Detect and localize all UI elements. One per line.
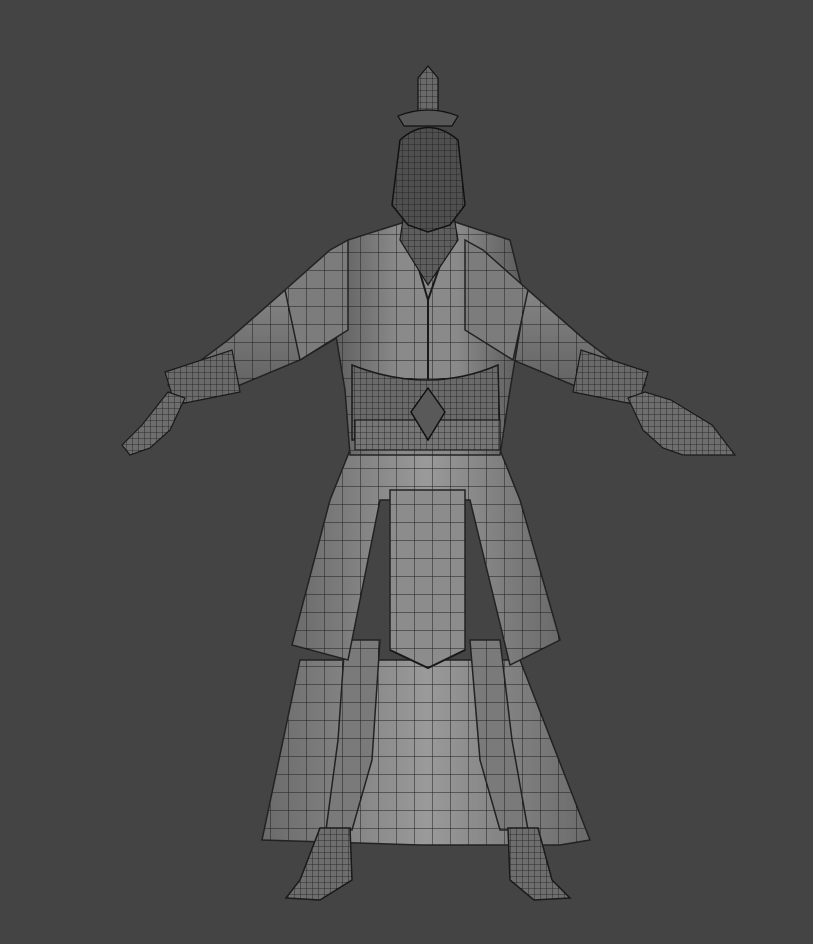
3d-viewport[interactable] <box>0 0 813 944</box>
hair-ornament <box>397 65 459 127</box>
head <box>391 126 466 233</box>
center-apron <box>389 489 466 670</box>
character-model[interactable] <box>0 0 813 944</box>
left-hand <box>121 391 186 456</box>
right-hand <box>627 391 737 456</box>
outer-robe <box>261 659 592 846</box>
